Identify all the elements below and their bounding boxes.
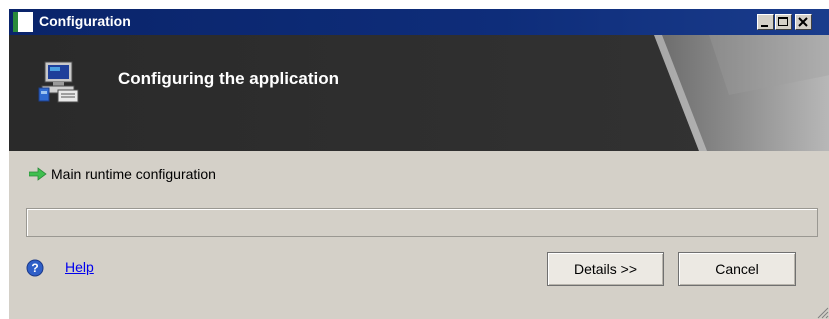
close-button[interactable] — [795, 14, 812, 30]
question-icon[interactable]: ? — [26, 259, 44, 277]
green-arrow-icon — [29, 167, 47, 181]
help-link[interactable]: Help — [65, 259, 94, 275]
header-banner: Configuring the application — [9, 35, 829, 151]
resize-grip-icon[interactable] — [815, 305, 829, 319]
details-button[interactable]: Details >> — [547, 252, 664, 286]
cancel-button[interactable]: Cancel — [678, 252, 796, 286]
banner-title: Configuring the application — [118, 69, 339, 88]
maximize-icon — [778, 17, 788, 26]
banner-background — [9, 35, 829, 151]
configuration-window: Configuration Configuring the applicatio… — [8, 8, 829, 319]
svg-text:?: ? — [31, 261, 38, 275]
minimize-button[interactable] — [757, 14, 774, 30]
computer-setup-icon — [38, 61, 79, 103]
progress-bar — [26, 208, 818, 237]
window-title: Configuration — [39, 13, 131, 29]
close-icon — [798, 17, 808, 27]
maximize-button[interactable] — [775, 14, 792, 30]
step-label: Main runtime configuration — [51, 166, 216, 182]
app-icon — [13, 12, 33, 32]
minimize-icon — [761, 25, 768, 27]
title-bar[interactable]: Configuration — [9, 9, 829, 35]
